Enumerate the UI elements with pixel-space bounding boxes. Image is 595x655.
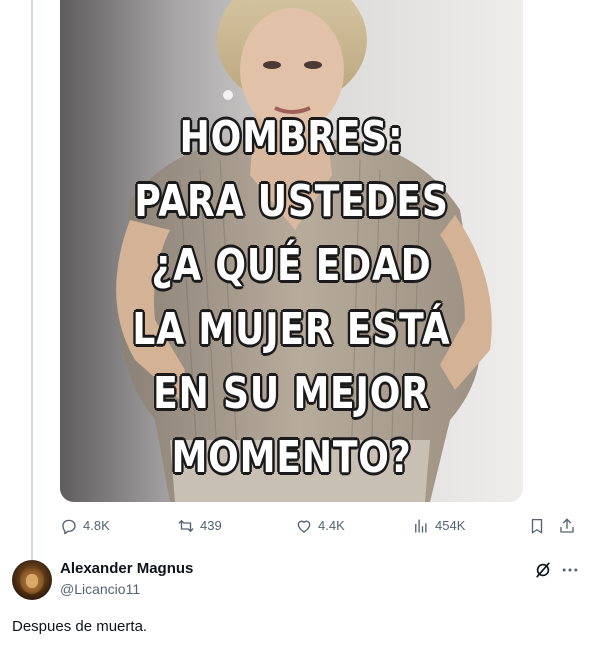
bookmark-button[interactable] bbox=[528, 512, 546, 540]
view-count: 454K bbox=[435, 518, 466, 533]
views-button[interactable]: 454K bbox=[412, 512, 465, 540]
heart-icon bbox=[297, 520, 311, 533]
grok-icon[interactable] bbox=[533, 560, 553, 580]
thread-connector-line bbox=[31, 0, 33, 560]
bookmark-icon bbox=[531, 518, 543, 534]
repost-count: 439 bbox=[200, 518, 222, 533]
reply-text: Despues de muerta. bbox=[12, 618, 148, 635]
share-icon bbox=[560, 518, 574, 533]
reply-author-name[interactable]: Alexander Magnus bbox=[60, 560, 193, 577]
meme-text-line-2: PARA USTEDES bbox=[134, 176, 449, 227]
reply-count: 4.8K bbox=[83, 518, 110, 533]
repost-button[interactable]: 439 bbox=[177, 512, 222, 540]
reply-post[interactable]: Alexander Magnus @Licancio11 Despues de … bbox=[0, 548, 595, 655]
reply-author-handle[interactable]: @Licancio11 bbox=[60, 581, 140, 597]
meme-text-line-1: HOMBRES: bbox=[179, 112, 404, 163]
repost-icon bbox=[178, 520, 194, 532]
meme-text-line-5: EN SU MEJOR bbox=[153, 368, 430, 419]
post-image[interactable]: HOMBRES: PARA USTEDES ¿A QUÉ EDAD LA MUJ… bbox=[60, 0, 523, 502]
meme-text-line-4: LA MUJER ESTÁ bbox=[132, 304, 451, 355]
share-button[interactable] bbox=[558, 512, 576, 540]
like-count: 4.4K bbox=[318, 518, 345, 533]
avatar-lion-face bbox=[26, 574, 38, 588]
like-button[interactable]: 4.4K bbox=[295, 512, 345, 540]
reply-icon bbox=[62, 519, 76, 535]
analytics-icon bbox=[415, 519, 427, 533]
post-action-bar: 4.8K 439 4.4K 454K bbox=[60, 512, 585, 540]
reply-button[interactable]: 4.8K bbox=[60, 512, 110, 540]
meme-text-line-3: ¿A QUÉ EDAD bbox=[151, 240, 432, 291]
avatar[interactable] bbox=[12, 560, 52, 600]
meme-text-line-6: MOMENTO? bbox=[171, 432, 412, 483]
more-options-icon[interactable] bbox=[560, 560, 580, 580]
